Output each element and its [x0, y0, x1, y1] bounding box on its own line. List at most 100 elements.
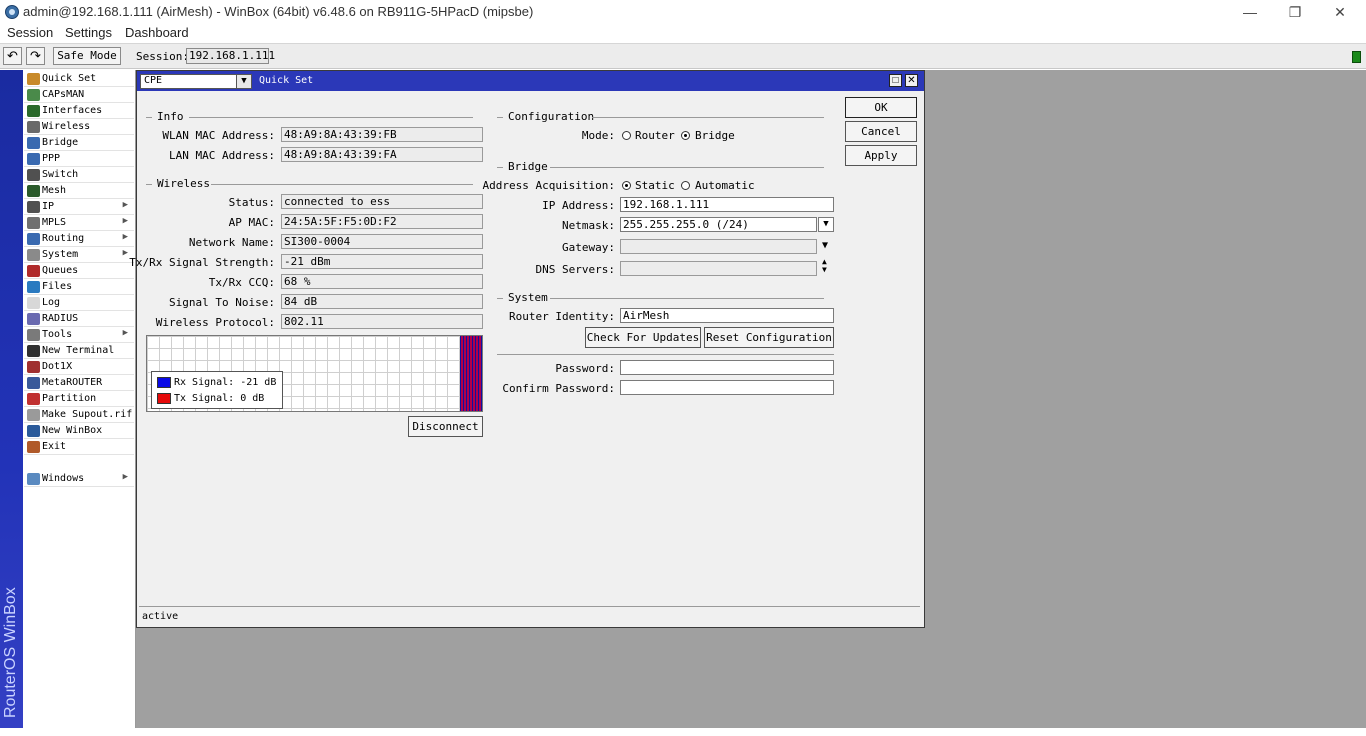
- dns-servers-label: DNS Servers:: [535, 263, 615, 276]
- automatic-radio-label[interactable]: Automatic: [695, 179, 755, 192]
- safe-mode-button[interactable]: Safe Mode: [53, 47, 121, 65]
- log-icon: [27, 297, 40, 309]
- router-identity-label: Router Identity:: [509, 310, 615, 323]
- sidebar-item-windows[interactable]: Windows ▶: [24, 472, 134, 487]
- undo-button[interactable]: ↶: [3, 47, 22, 65]
- sidebar-item-label: System: [42, 249, 79, 260]
- wand-icon: [27, 73, 40, 85]
- system-header: System: [508, 291, 548, 304]
- menu-dashboard[interactable]: Dashboard: [125, 25, 189, 40]
- configuration-header: Configuration: [508, 110, 595, 123]
- mode-select[interactable]: CPE ▼: [140, 74, 252, 89]
- disconnect-button[interactable]: Disconnect: [408, 416, 483, 437]
- reset-configuration-button[interactable]: Reset Configuration: [704, 327, 834, 348]
- sidebar-item-label: Exit: [42, 441, 67, 452]
- sidebar-item-label: MetaROUTER: [42, 377, 103, 388]
- sidebar-item-label: Files: [42, 281, 73, 292]
- sidebar-item-tools[interactable]: Tools ▶: [24, 328, 134, 343]
- close-icon[interactable]: ✕: [905, 74, 918, 87]
- folder-icon: [27, 281, 40, 293]
- sidebar-item-files[interactable]: Files: [24, 280, 134, 295]
- status-label: Status:: [228, 196, 275, 209]
- password-input[interactable]: [620, 360, 834, 375]
- sidebar-item-mpls[interactable]: MPLS ▶: [24, 216, 134, 231]
- sidebar-item-capsman[interactable]: CAPsMAN: [24, 88, 134, 103]
- partition-icon: [27, 393, 40, 405]
- lan-mac-field: 48:A9:8A:43:39:FA: [281, 147, 483, 162]
- chevron-down-icon[interactable]: ▼: [236, 75, 251, 88]
- radius-icon: [27, 313, 40, 325]
- sidebar-item-switch[interactable]: Switch: [24, 168, 134, 183]
- sidebar-item-queues[interactable]: Queues: [24, 264, 134, 279]
- submenu-arrow-icon: ▶: [122, 216, 128, 226]
- tools-icon: [27, 329, 40, 341]
- sidebar-item-ip[interactable]: IP ▶: [24, 200, 134, 215]
- divider: [497, 167, 503, 168]
- close-window-button[interactable]: ✕: [1318, 2, 1362, 22]
- ok-button[interactable]: OK: [845, 97, 917, 118]
- sidebar-item-dot1x[interactable]: Dot1X: [24, 360, 134, 375]
- sidebar-item-interfaces[interactable]: Interfaces: [24, 104, 134, 119]
- minimize-button[interactable]: —: [1228, 2, 1272, 22]
- signal-history-bars: [460, 336, 482, 411]
- gateway-input[interactable]: [620, 239, 817, 254]
- restore-button[interactable]: ❐: [1273, 2, 1317, 22]
- sidebar-item-partition[interactable]: Partition: [24, 392, 134, 407]
- sidebar-item-exit[interactable]: Exit: [24, 440, 134, 455]
- sidebar-item-quick-set[interactable]: Quick Set: [24, 72, 134, 87]
- sidebar-item-mesh[interactable]: Mesh: [24, 184, 134, 199]
- bottom-strip: [0, 728, 1366, 736]
- antenna-icon: [27, 89, 40, 101]
- sidebar-item-wireless[interactable]: Wireless: [24, 120, 134, 135]
- ip-address-input[interactable]: 192.168.1.111: [620, 197, 834, 212]
- brand-text: RouterOS WinBox: [2, 587, 19, 718]
- gear-icon: [27, 249, 40, 261]
- sidebar-item-system[interactable]: System ▶: [24, 248, 134, 263]
- winbox-app-icon: [5, 5, 19, 19]
- automatic-radio[interactable]: [681, 181, 690, 190]
- network-name-field: SI300-0004: [281, 234, 483, 249]
- sidebar-item-new-winbox[interactable]: New WinBox: [24, 424, 134, 439]
- menu-session[interactable]: Session: [7, 25, 53, 40]
- sidebar-item-new-terminal[interactable]: New Terminal: [24, 344, 134, 359]
- static-radio[interactable]: [622, 181, 631, 190]
- bridge-radio-label[interactable]: Bridge: [695, 129, 735, 142]
- dns-servers-input[interactable]: [620, 261, 817, 276]
- nic-icon: [27, 105, 40, 117]
- sidebar-item-label: New WinBox: [42, 425, 103, 436]
- sidebar-item-log[interactable]: Log: [24, 296, 134, 311]
- router-radio[interactable]: [622, 131, 631, 140]
- ap-mac-label: AP MAC:: [228, 216, 275, 229]
- check-for-updates-button[interactable]: Check For Updates: [585, 327, 701, 348]
- sidebar-item-make-supout-rif[interactable]: Make Supout.rif: [24, 408, 134, 423]
- sidebar-item-label: Tools: [42, 329, 73, 340]
- sidebar-item-label: Routing: [42, 233, 85, 244]
- sidebar-item-bridge[interactable]: Bridge: [24, 136, 134, 151]
- confirm-password-input[interactable]: [620, 380, 834, 395]
- divider: [146, 184, 152, 185]
- redo-button[interactable]: ↷: [26, 47, 45, 65]
- winbox-icon: [27, 425, 40, 437]
- static-radio-label[interactable]: Static: [635, 179, 675, 192]
- sidebar-item-radius[interactable]: RADIUS: [24, 312, 134, 327]
- router-radio-label[interactable]: Router: [635, 129, 675, 142]
- apply-button[interactable]: Apply: [845, 145, 917, 166]
- ip-address-label: IP Address:: [542, 199, 615, 212]
- maximize-icon[interactable]: □: [889, 74, 902, 87]
- window-title: admin@192.168.1.111 (AirMesh) - WinBox (…: [23, 4, 534, 19]
- quick-set-titlebar[interactable]: CPE ▼ Quick Set □ ✕: [137, 71, 924, 91]
- cancel-button[interactable]: Cancel: [845, 121, 917, 142]
- sidebar-item-ppp[interactable]: PPP: [24, 152, 134, 167]
- ppp-icon: [27, 153, 40, 165]
- router-identity-input[interactable]: AirMesh: [620, 308, 834, 323]
- sidebar-item-metarouter[interactable]: MetaROUTER: [24, 376, 134, 391]
- sidebar-item-routing[interactable]: Routing ▶: [24, 232, 134, 247]
- netmask-dropdown-icon[interactable]: ▼: [818, 217, 834, 232]
- menu-settings[interactable]: Settings: [65, 25, 112, 40]
- submenu-arrow-icon: ▶: [122, 472, 128, 482]
- gateway-dropdown-icon[interactable]: ▼: [822, 240, 828, 251]
- netmask-input[interactable]: 255.255.255.0 (/24): [620, 217, 817, 232]
- dns-updown-icon[interactable]: ▲ ▼: [822, 258, 827, 274]
- windows-icon: [27, 473, 40, 485]
- bridge-radio[interactable]: [681, 131, 690, 140]
